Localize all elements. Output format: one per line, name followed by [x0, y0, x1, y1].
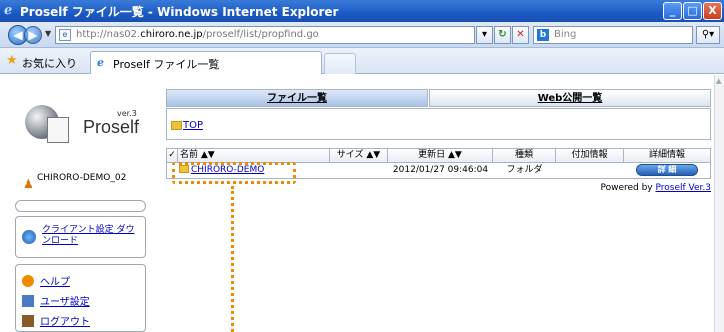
tab-web-publish-list[interactable]: Web公開一覧 [429, 89, 711, 107]
vertical-scrollbar[interactable]: ▲ [714, 75, 724, 332]
row-updated-cell: 2012/01/27 09:46:04 [392, 165, 489, 175]
favorites-star-icon[interactable]: ★ [6, 53, 18, 68]
tab-file-list[interactable]: ファイル一覧 [166, 89, 428, 107]
user-name: CHIRORO-DEMO_02 [37, 173, 127, 183]
view-tabs: ファイル一覧 Web公開一覧 [166, 89, 711, 107]
folder-icon [171, 121, 182, 130]
sidebar-item-logout[interactable]: ログアウト [22, 313, 90, 328]
proself-link[interactable]: Proself Ver.3 [656, 183, 712, 193]
col-size-header[interactable]: サイズ ▲▼ [330, 149, 388, 162]
page-content: ver.3 Proself ♟ CHIRORO-DEMO_02 クライアント設定… [0, 75, 714, 332]
row-size-cell [330, 163, 388, 178]
window-title: Proself ファイル一覧 - Windows Internet Explor… [20, 5, 339, 19]
ie-logo-icon: ℯ [4, 3, 13, 18]
row-type-cell: フォルダ [506, 165, 543, 175]
proself-logo: ver.3 Proself [15, 83, 146, 169]
tab-ie-icon: ℯ [97, 56, 104, 69]
table-header: ✓ 名前 ▲▼ サイズ ▲▼ 更新日 ▲▼ 種類 付加情報 詳細情報 [166, 148, 711, 163]
address-dropdown-button[interactable]: ▾ [476, 26, 493, 44]
tab-title: Proself ファイル一覧 [113, 58, 220, 71]
search-input[interactable]: b Bing [533, 26, 693, 44]
sidebar-item-user-settings[interactable]: ユーザ設定 [22, 293, 90, 308]
scroll-up-icon[interactable]: ▲ [716, 77, 721, 85]
page-icon: e [59, 29, 71, 41]
history-dropdown-icon[interactable]: ▼ [45, 29, 51, 38]
annotation-leader-line [231, 186, 234, 332]
main-panel: ファイル一覧 Web公開一覧 TOP ✓ 名前 ▲▼ サイズ ▲▼ 更新日 ▲▼… [166, 89, 711, 332]
stop-button[interactable]: ✕ [512, 26, 529, 44]
sidebar-item-help[interactable]: ヘルプ [22, 273, 70, 288]
client-settings-icon [22, 230, 36, 244]
breadcrumb-top-link[interactable]: TOP [183, 120, 203, 131]
col-type-header: 種類 [493, 149, 556, 162]
powered-by: Powered by Proself Ver.3 [600, 183, 711, 193]
col-extra-header: 付加情報 [556, 149, 624, 162]
logo-document-icon [47, 117, 69, 143]
logo-text: Proself [83, 117, 140, 137]
row-extra-cell [556, 163, 624, 178]
select-all-checkbox[interactable]: ✓ [167, 149, 178, 162]
client-download-panel: クライアント設定 ダウンロード [15, 216, 146, 258]
maximize-button[interactable]: □ [683, 2, 702, 20]
window-titlebar: ℯ Proself ファイル一覧 - Windows Internet Expl… [0, 0, 724, 22]
close-button[interactable]: X [703, 2, 722, 20]
forward-button[interactable]: ▶ [24, 26, 42, 44]
user-settings-icon [22, 295, 34, 307]
address-field[interactable]: e http://nas02.chiroro.ne.jp/proself/lis… [55, 26, 475, 44]
sidebar-separator [15, 200, 146, 212]
minimize-button[interactable]: _ [663, 2, 682, 20]
address-toolbar: ◀ ▶ ▼ e http://nas02.chiroro.ne.jp/prose… [0, 22, 724, 48]
search-button[interactable]: ⚲▾ [696, 26, 720, 44]
user-icon: ♟ [23, 177, 34, 191]
bing-icon: b [537, 29, 549, 41]
detail-button[interactable]: 詳 細 [636, 164, 698, 176]
sidebar-menu: ヘルプ ユーザ設定 ログアウト [15, 264, 146, 332]
col-detail-header: 詳細情報 [648, 150, 685, 160]
help-icon [22, 275, 34, 287]
col-updated-header[interactable]: 更新日 ▲▼ [388, 149, 493, 162]
breadcrumb: TOP [166, 108, 711, 140]
favorites-button[interactable]: お気に入り [22, 55, 77, 71]
col-name-header[interactable]: 名前 ▲▼ [178, 149, 330, 162]
search-placeholder: Bing [554, 29, 577, 40]
highlight-annotation [172, 162, 296, 184]
url-text: http://nas02.chiroro.ne.jp/proself/list/… [76, 29, 319, 40]
favorites-bar: ★ お気に入り ℯ Proself ファイル一覧 [0, 48, 724, 74]
new-tab-button[interactable] [324, 53, 356, 74]
browser-tab[interactable]: ℯ Proself ファイル一覧 [90, 51, 322, 74]
refresh-button[interactable]: ↻ [494, 26, 511, 44]
client-download-link[interactable]: クライアント設定 ダウンロード [42, 225, 142, 247]
logout-icon [22, 315, 34, 327]
sidebar: ver.3 Proself ♟ CHIRORO-DEMO_02 クライアント設定… [15, 83, 146, 332]
